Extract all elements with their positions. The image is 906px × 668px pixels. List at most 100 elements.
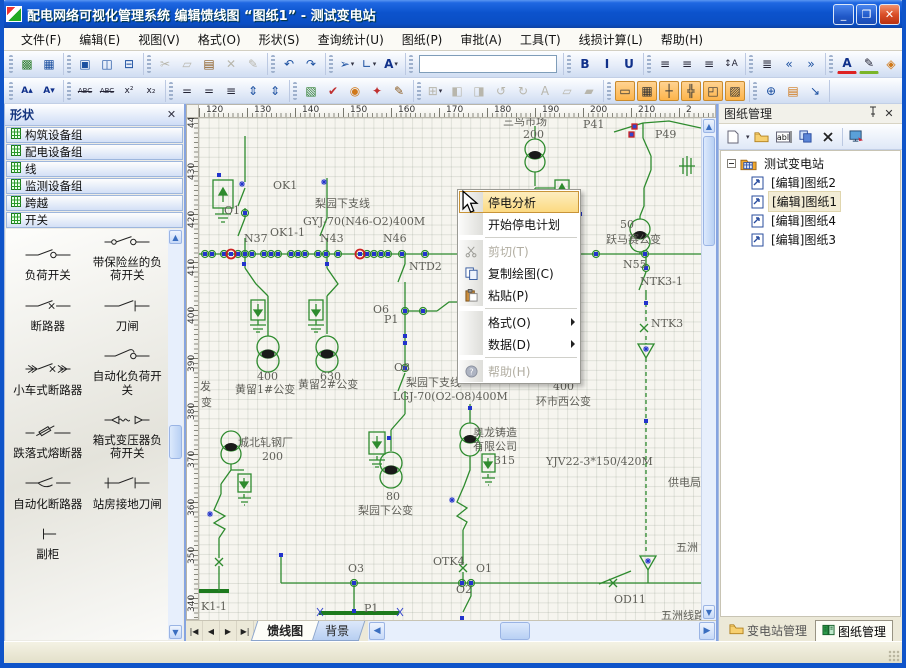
tree-item[interactable]: [编辑]图纸4 [721, 211, 900, 230]
scroll-up-icon[interactable]: ▲ [703, 119, 715, 133]
stencil-item[interactable]: 刀闸 [88, 297, 168, 333]
superscript-icon[interactable]: x² [119, 81, 139, 101]
copy-icon[interactable]: ▱ [177, 54, 197, 74]
align-center-icon[interactable]: ≡ [677, 54, 697, 74]
toolbar-grip[interactable] [647, 55, 651, 73]
toolbar-grip[interactable] [147, 55, 151, 73]
bring-front-icon[interactable]: ▱ [557, 81, 577, 101]
close-button[interactable]: ✕ [879, 4, 900, 25]
bullets-icon[interactable]: ≣ [757, 54, 777, 74]
toolbar-grip[interactable] [753, 82, 757, 100]
rotate-text-icon[interactable]: A [535, 81, 555, 101]
toolbar-grip[interactable] [749, 55, 753, 73]
toolbar-grip[interactable] [329, 55, 333, 73]
menubar-item[interactable]: 格式(O) [189, 28, 250, 51]
toolbar-grip[interactable] [829, 55, 833, 73]
shape-group-5[interactable]: 跨越 [6, 195, 183, 211]
print-icon[interactable]: ⊟ [119, 54, 139, 74]
menubar-item[interactable]: 视图(V) [129, 28, 189, 51]
cut-icon[interactable]: ✂ [155, 54, 175, 74]
menubar-item[interactable]: 形状(S) [250, 28, 309, 51]
context-menu-item[interactable]: 复制绘图(C) [459, 262, 579, 284]
stencil-item[interactable]: 负荷开关 [8, 233, 88, 283]
double-strike-icon[interactable]: ABC [97, 81, 117, 101]
fill-color-icon[interactable]: ◈ [881, 54, 901, 74]
connection-points-toggle-icon[interactable]: ╬ [681, 81, 701, 101]
panel-close-icon[interactable]: ✕ [881, 107, 897, 120]
align-left-icon[interactable]: ≡ [655, 54, 675, 74]
page-nav-button[interactable]: |◀ [186, 621, 203, 641]
line-jump-icon[interactable]: ↘ [805, 81, 825, 101]
menubar-item[interactable]: 编辑(E) [70, 28, 129, 51]
send-back-icon[interactable]: ▰ [579, 81, 599, 101]
find-drawing-icon[interactable]: ◉ [345, 81, 365, 101]
flip-vertical-icon[interactable]: ◨ [469, 81, 489, 101]
line-spacing-2-icon[interactable]: ≡ [221, 81, 241, 101]
tree-item[interactable]: [编辑]图纸2 [721, 173, 900, 192]
menubar-item[interactable]: 工具(T) [511, 28, 570, 51]
save-icon[interactable]: ▣ [75, 54, 95, 74]
ruler-toggle-icon[interactable]: ▭ [615, 81, 635, 101]
menubar-item[interactable]: 查询统计(U) [309, 28, 393, 51]
stencil-item[interactable]: 副柜 [8, 525, 88, 561]
pin-icon[interactable] [865, 106, 881, 121]
style-combo[interactable] [419, 55, 557, 73]
canvas-hscrollbar[interactable]: ◀ ▶ [368, 621, 716, 641]
toolbar-grip[interactable] [607, 82, 611, 100]
toolbar-grip[interactable] [417, 82, 421, 100]
stencil-scrollbar[interactable]: ▲ ▼ [168, 229, 183, 640]
page-nav-button[interactable]: ◀ [203, 621, 220, 641]
shape-group-2[interactable]: 配电设备组 [6, 144, 183, 160]
delete-icon[interactable]: ✕ [221, 54, 241, 74]
format-painter-icon[interactable]: ✎ [243, 54, 263, 74]
menubar-item[interactable]: 帮助(H) [652, 28, 712, 51]
toolbar-grip[interactable] [293, 82, 297, 100]
align-shapes-icon[interactable]: ⊞▾ [425, 81, 445, 101]
toolbar-grip[interactable] [67, 55, 71, 73]
delete-drawing-icon[interactable] [818, 127, 838, 147]
font-grow-icon[interactable]: A▴ [17, 81, 37, 101]
shape-group-6[interactable]: 开关 [6, 212, 183, 228]
stencil-item[interactable]: 站房接地刀闸 [88, 474, 168, 510]
new-stencil-icon[interactable]: ▩ [17, 54, 37, 74]
toolbar-grip[interactable] [9, 82, 13, 100]
line-spacing-15-icon[interactable]: = [199, 81, 219, 101]
page-nav-button[interactable]: ▶ [220, 621, 237, 641]
drawing-explorer-toggle-icon[interactable]: ▨ [725, 81, 745, 101]
toolbar-grip[interactable] [409, 55, 413, 73]
guides-toggle-icon[interactable]: ┼ [659, 81, 679, 101]
pan-zoom-icon[interactable]: ⊕ [761, 81, 781, 101]
menubar-item[interactable]: 审批(A) [451, 28, 511, 51]
tree-collapse-icon[interactable] [727, 159, 736, 168]
canvas-vscrollbar[interactable]: ▲ ▼ [701, 118, 716, 620]
strikethrough-icon[interactable]: ABC [75, 81, 95, 101]
panel-tab-substations[interactable]: 变电站管理 [723, 620, 813, 641]
context-menu-item[interactable]: ?帮助(H) [459, 360, 579, 382]
scroll-thumb[interactable] [500, 622, 530, 640]
shape-group-4[interactable]: 监测设备组 [6, 178, 183, 194]
rotate-left-icon[interactable]: ↺ [491, 81, 511, 101]
print-preview-icon[interactable]: ◫ [97, 54, 117, 74]
approve-check-icon[interactable]: ✔ [323, 81, 343, 101]
toolbar-grip[interactable] [67, 82, 71, 100]
shape-group-1[interactable]: 构筑设备组 [6, 127, 183, 143]
scroll-thumb[interactable] [169, 425, 182, 459]
context-menu-item[interactable]: 开始停电计划 [459, 213, 579, 235]
stamp-icon[interactable]: ✦ [367, 81, 387, 101]
redo-icon[interactable]: ↷ [301, 54, 321, 74]
properties-icon[interactable]: ▤ [783, 81, 803, 101]
stencil-item[interactable]: 带保险丝的负荷开关 [88, 233, 168, 283]
subscript-icon[interactable]: x₂ [141, 81, 161, 101]
toolbar-grip[interactable] [9, 55, 13, 73]
shapes-close-icon[interactable]: ✕ [164, 108, 179, 121]
menubar-item[interactable]: 图纸(P) [393, 28, 452, 51]
edit-drawing-icon[interactable]: ✎ [389, 81, 409, 101]
highlight-icon[interactable]: ✎ [859, 54, 879, 74]
new-drawing-icon[interactable] [723, 127, 743, 147]
page-breaks-toggle-icon[interactable]: ◰ [703, 81, 723, 101]
context-menu-item[interactable]: 数据(D) [459, 333, 579, 355]
context-menu-item[interactable]: 格式(O) [459, 311, 579, 333]
para-space-down-icon[interactable]: ⇕ [265, 81, 285, 101]
text-tool-icon[interactable]: A▾ [381, 54, 401, 74]
tree-item[interactable]: [编辑]图纸1 [721, 192, 900, 211]
